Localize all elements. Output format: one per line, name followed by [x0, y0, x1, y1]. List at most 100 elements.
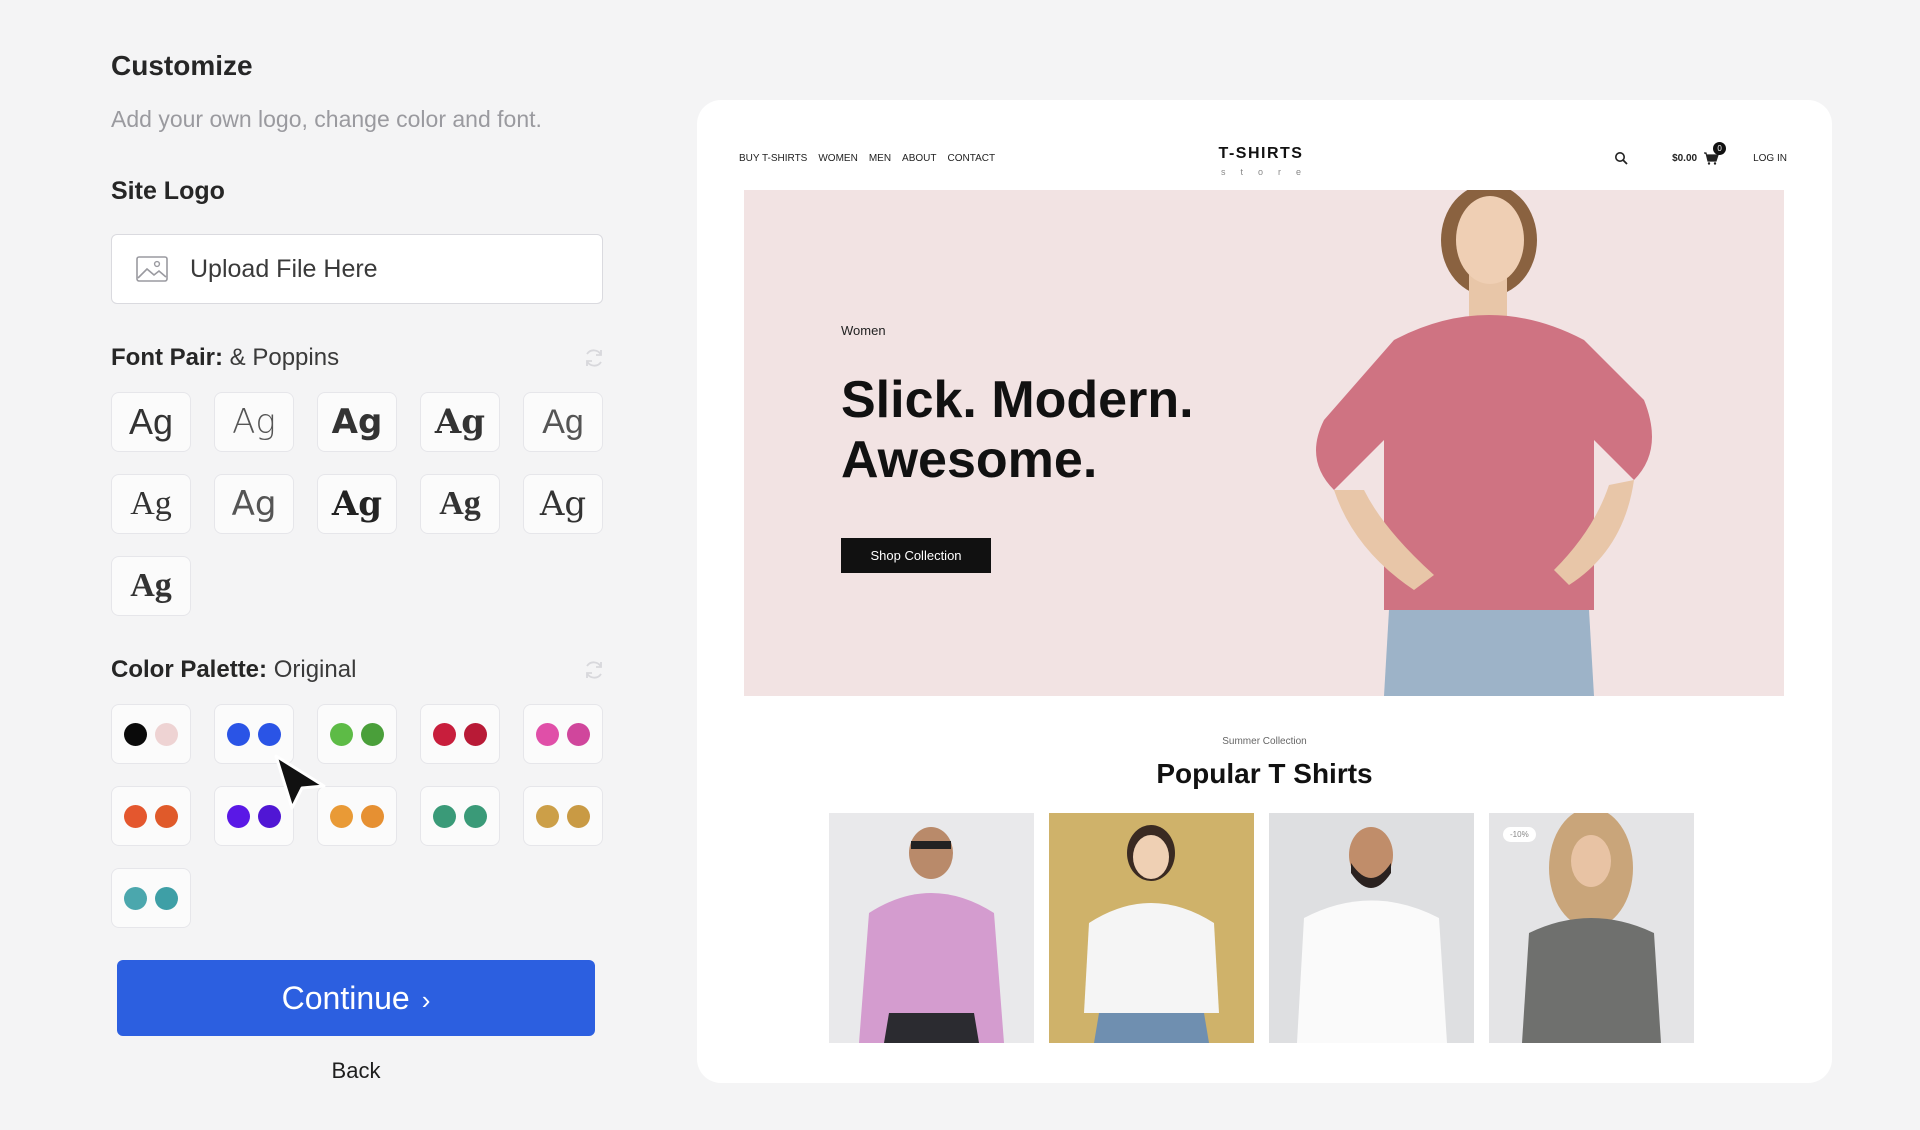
- section-kicker: Summer Collection: [1222, 736, 1307, 747]
- product-card[interactable]: -10%: [1489, 813, 1694, 1043]
- product-image: [1049, 813, 1254, 1043]
- search-icon[interactable]: [1614, 151, 1628, 165]
- font-option-1[interactable]: Ag: [111, 392, 191, 452]
- font-option-6[interactable]: Ag: [111, 474, 191, 534]
- page-title: Customize: [111, 50, 253, 81]
- back-link[interactable]: Back: [117, 1058, 595, 1084]
- palette-swatches: [124, 804, 178, 828]
- palette-swatches: [330, 722, 384, 746]
- font-sample: Ag: [542, 402, 584, 441]
- color-swatch: [464, 722, 487, 746]
- font-sample: Ag: [539, 484, 587, 524]
- customize-panel: Customize Add your own logo, change colo…: [111, 50, 605, 1084]
- color-palette-option-5[interactable]: [523, 704, 603, 764]
- color-swatch: [155, 804, 178, 828]
- color-swatch: [361, 722, 384, 746]
- color-palette-option-4[interactable]: [420, 704, 500, 764]
- color-palette-grid: [111, 704, 605, 928]
- hero-headline: Slick. Modern. Awesome.: [841, 370, 1194, 490]
- font-sample: Ag: [331, 402, 383, 442]
- refresh-fonts-icon[interactable]: [583, 347, 605, 369]
- product-card[interactable]: [1049, 813, 1254, 1043]
- cart-count-badge: 0: [1713, 142, 1727, 155]
- preview-navbar: BUY T-SHIRTS WOMEN MEN ABOUT CONTACT T-S…: [739, 142, 1787, 185]
- color-swatch: [124, 722, 147, 746]
- hero-kicker: Women: [841, 323, 886, 338]
- login-link[interactable]: LOG IN: [1753, 153, 1787, 164]
- font-option-2[interactable]: Ag: [214, 392, 294, 452]
- color-palette-label: Color Palette: Original: [111, 656, 356, 684]
- palette-swatches: [433, 804, 487, 828]
- shop-collection-button[interactable]: Shop Collection: [841, 538, 991, 573]
- palette-swatches: [124, 722, 178, 746]
- discount-badge: -10%: [1503, 827, 1536, 842]
- section-title: Popular T Shirts: [1156, 758, 1373, 789]
- font-option-11[interactable]: Ag: [111, 556, 191, 616]
- nav-link-buy[interactable]: BUY T-SHIRTS: [739, 153, 807, 164]
- color-swatch: [536, 804, 559, 828]
- font-sample: Ag: [434, 402, 486, 442]
- nav-link-about[interactable]: ABOUT: [902, 153, 936, 164]
- color-palette-option-3[interactable]: [317, 704, 397, 764]
- brand-name: T-SHIRTS: [1218, 145, 1304, 162]
- preview-nav-links: BUY T-SHIRTS WOMEN MEN ABOUT CONTACT: [739, 153, 995, 164]
- font-option-4[interactable]: Ag: [420, 392, 500, 452]
- color-palette-option-11[interactable]: [111, 868, 191, 928]
- color-swatch: [536, 722, 559, 746]
- preview-nav-actions: $0.00 0 LOG IN: [1614, 142, 1787, 165]
- color-palette-option-9[interactable]: [420, 786, 500, 846]
- continue-button[interactable]: Continue ›: [117, 960, 595, 1036]
- hero-headline-line1: Slick. Modern.: [841, 371, 1194, 429]
- color-swatch: [567, 804, 590, 828]
- palette-swatches: [536, 804, 590, 828]
- hero-banner: Women Slick. Modern. Awesome. Shop Colle…: [744, 190, 1784, 696]
- mouse-pointer-icon: [274, 754, 326, 810]
- color-palette-option-10[interactable]: [523, 786, 603, 846]
- font-option-5[interactable]: Ag: [523, 392, 603, 452]
- nav-link-men[interactable]: MEN: [869, 153, 891, 164]
- product-grid: -10%: [829, 813, 1694, 1043]
- font-pair-title: Font Pair:: [111, 344, 223, 371]
- font-sample: Ag: [130, 567, 172, 604]
- nav-link-contact[interactable]: CONTACT: [948, 153, 996, 164]
- font-option-8[interactable]: Ag: [317, 474, 397, 534]
- color-swatch: [464, 804, 487, 828]
- font-pair-header: Font Pair: & Poppins: [111, 344, 605, 372]
- color-palette-header: Color Palette: Original: [111, 656, 605, 684]
- font-pair-value: & Poppins: [229, 344, 340, 371]
- color-palette-option-1[interactable]: [111, 704, 191, 764]
- font-sample: Ag: [439, 485, 481, 522]
- upload-logo-field[interactable]: Upload File Here: [111, 234, 603, 304]
- font-sample: Ag: [130, 485, 172, 522]
- page-subtitle: Add your own logo, change color and font…: [111, 106, 542, 132]
- product-card[interactable]: [1269, 813, 1474, 1043]
- nav-link-women[interactable]: WOMEN: [818, 153, 857, 164]
- product-image: [829, 813, 1034, 1043]
- continue-label: Continue: [281, 979, 410, 1016]
- color-swatch: [567, 722, 590, 746]
- font-pair-grid: Ag Ag Ag Ag Ag Ag Ag Ag Ag Ag Ag: [111, 392, 605, 616]
- font-option-9[interactable]: Ag: [420, 474, 500, 534]
- color-swatch: [330, 722, 353, 746]
- cart-button[interactable]: 0: [1703, 142, 1727, 165]
- color-palette-option-8[interactable]: [317, 786, 397, 846]
- product-image: [1489, 813, 1694, 1043]
- chevron-right-icon: ›: [421, 984, 431, 1015]
- color-palette-option-6[interactable]: [111, 786, 191, 846]
- palette-swatches: [536, 722, 590, 746]
- font-option-3[interactable]: Ag: [317, 392, 397, 452]
- site-logo-heading: Site Logo: [111, 177, 225, 205]
- palette-swatches: [330, 804, 384, 828]
- font-sample: Ag: [128, 401, 174, 442]
- font-option-7[interactable]: Ag: [214, 474, 294, 534]
- font-option-10[interactable]: Ag: [523, 474, 603, 534]
- cart-total: $0.00: [1672, 152, 1698, 164]
- preview-logo[interactable]: T-SHIRTS store: [1211, 145, 1311, 177]
- color-swatch: [330, 804, 353, 828]
- color-swatch: [155, 722, 178, 746]
- color-palette-title: Color Palette:: [111, 656, 268, 683]
- hero-headline-line2: Awesome.: [841, 431, 1098, 489]
- refresh-colors-icon[interactable]: [583, 659, 605, 681]
- product-card[interactable]: [829, 813, 1034, 1043]
- hero-model-image: [1316, 190, 1652, 696]
